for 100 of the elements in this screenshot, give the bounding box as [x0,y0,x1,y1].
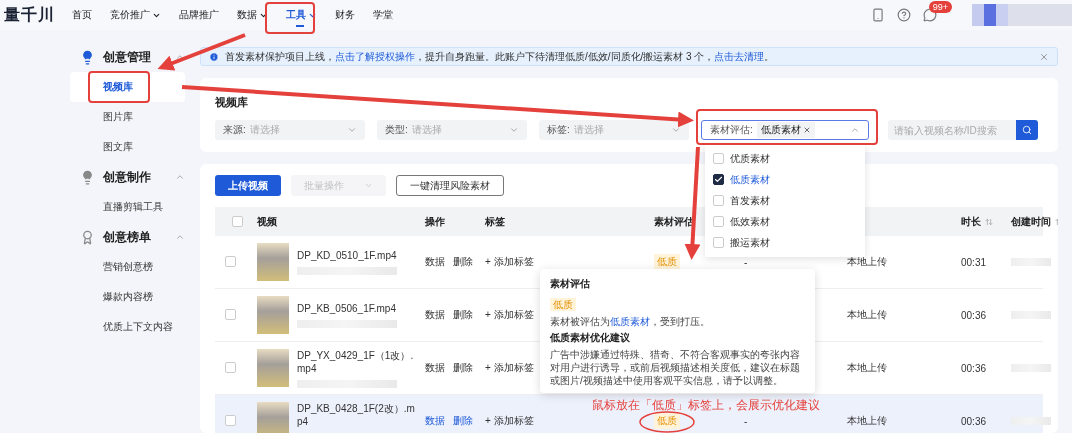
sidebar-item[interactable]: 视频库 [70,72,185,102]
video-name: DP_KB_0428_1F(2改）.mp4 [297,401,416,427]
nav-tab[interactable]: 工具 [277,0,326,30]
filter-select[interactable]: 类型: 请选择 [377,120,527,140]
close-icon[interactable] [802,126,811,134]
search-icon [1022,125,1032,135]
add-tag-link[interactable]: + 添加标签 [485,414,534,428]
caret-icon[interactable] [175,52,185,62]
row-action-link[interactable]: 删除 [453,308,473,322]
popover-heading: 低质素材优化建议 [550,331,631,345]
table-cell: 本地上传 [847,255,887,269]
action-button[interactable]: 上传视频 [215,175,281,196]
menu-option[interactable]: 低效素材 [730,214,770,229]
close-icon[interactable] [1039,51,1049,62]
caret-icon [671,125,681,135]
sidebar-item[interactable]: 图文库 [70,132,185,162]
video-name: DP_KB_0506_1F.mp4 [297,302,397,314]
sidebar-item[interactable]: 营销创意榜 [70,252,185,282]
count-badge: 99+ [928,1,952,13]
row-action-link[interactable]: 数据 [425,414,445,428]
menu-option[interactable]: 首发素材 [730,193,770,208]
column-header: 视频 [257,214,277,229]
highlight-ellipse [639,411,695,433]
table-cell: 00:36 [961,309,987,321]
video-thumbnail [257,402,289,433]
table-cell: - [744,415,748,427]
nav-tab[interactable]: 竞价推广 [101,0,170,30]
row-action-link[interactable]: 数据 [425,255,445,269]
notice-text: 首发素材保护项目上线，点击了解授权操作，提升自身跑量。此账户下待清理低质/低效/同质化/搬运素材 3 个，点击去清理。 [225,49,776,64]
text-link[interactable]: 低质素材 [610,316,650,327]
selected-tag[interactable]: 低质素材 [756,122,815,138]
popover-text: 素材被评估为低质素材，受到打压。 [550,315,711,328]
caret-icon[interactable] [175,232,185,242]
evaluation-select[interactable]: 素材评估: 低质素材 [701,120,869,140]
info-icon [209,51,219,62]
sidebar-item[interactable]: 优质上下文内容 [70,312,185,342]
table-cell: 本地上传 [847,414,887,428]
filter-select[interactable]: 来源: 请选择 [215,120,365,140]
annotation-text: 鼠标放在「低质」标签上，会展示优化建议 [592,398,820,412]
brand-logo: 量千川 [3,4,56,25]
video-name: DP_YX_0429_1F（1改）.mp4 [297,348,415,374]
table-cell: 本地上传 [847,308,887,322]
row-action-link[interactable]: 删除 [453,255,473,269]
lightbulb-icon [80,169,95,185]
action-button[interactable]: 一键清理风险素材 [396,175,504,196]
sidebar-item[interactable]: 图片库 [70,102,185,132]
group-title: 创意榜单 [103,228,151,246]
video-thumbnail [257,296,289,334]
column-header: 创建时间 [1011,214,1051,229]
row-action-link[interactable]: 数据 [425,308,445,322]
row-action-link[interactable]: 数据 [425,361,445,375]
sidebar-item[interactable]: 爆款内容榜 [70,282,185,312]
video-thumbnail [257,243,289,281]
sidebar-item[interactable]: 直播剪辑工具 [70,192,185,222]
nav-tab[interactable]: 财务 [326,0,364,30]
add-tag-link[interactable]: + 添加标签 [485,308,534,322]
add-tag-link[interactable]: + 添加标签 [485,255,534,269]
nav-tab[interactable]: 学堂 [364,0,402,30]
popover-text: 广告中涉嫌通过特殊、猎奇、不符合客观事实的夸张内容对用户进行诱导，或前后视频描述相关度低，建议在标题或图片/视频描述中使用客观平实信息，请予以调整。 [550,348,801,387]
sort-icon[interactable] [985,217,993,226]
caret-icon [347,125,357,135]
nav-tab[interactable]: 数据 [228,0,277,30]
table-cell: 00:36 [961,362,987,374]
column-header: 标签 [485,214,505,229]
search-field[interactable]: 请输入视频名称/ID搜索 [888,120,1016,140]
row-action-link[interactable]: 删除 [453,361,473,375]
table-cell: - [744,256,748,268]
caret-icon [509,125,519,135]
lightbulb-icon [80,49,95,65]
add-tag-link[interactable]: + 添加标签 [485,361,534,375]
nav-tab[interactable]: 首页 [63,0,101,30]
message-icon[interactable] [922,8,937,22]
group-title: 创意管理 [103,48,151,66]
highlight-frame [265,2,315,34]
row-action-link[interactable]: 删除 [453,414,473,428]
table-cell: 00:36 [961,415,987,427]
filter-select[interactable]: 标签: 请选择 [539,120,689,140]
highlight-frame [88,71,150,103]
video-thumbnail [257,349,289,387]
nav-tab[interactable]: 品牌推广 [170,0,228,30]
table-cell: 本地上传 [847,361,887,375]
section-title: 视频库 [215,95,248,110]
checkbox[interactable] [713,174,724,185]
caret-icon [364,181,373,190]
ribbon-icon [80,229,95,245]
caret-icon [850,125,860,135]
column-header: 时长 [961,214,981,229]
text-link[interactable]: 点击了解授权操作 [335,50,415,62]
group-title: 创意制作 [103,168,151,186]
popover-title: 素材评估 [550,277,591,291]
search-button[interactable] [1016,120,1038,140]
menu-option[interactable]: 低质素材 [730,172,770,187]
menu-option[interactable]: 搬运素材 [730,235,770,250]
column-header: 操作 [425,214,445,229]
caret-icon[interactable] [175,172,185,182]
phone-icon[interactable] [870,8,885,22]
menu-option[interactable]: 优质素材 [730,151,770,166]
quality-tag: 低质 [550,298,576,311]
select-label: 素材评估: [710,123,753,137]
help-icon[interactable] [896,8,911,22]
